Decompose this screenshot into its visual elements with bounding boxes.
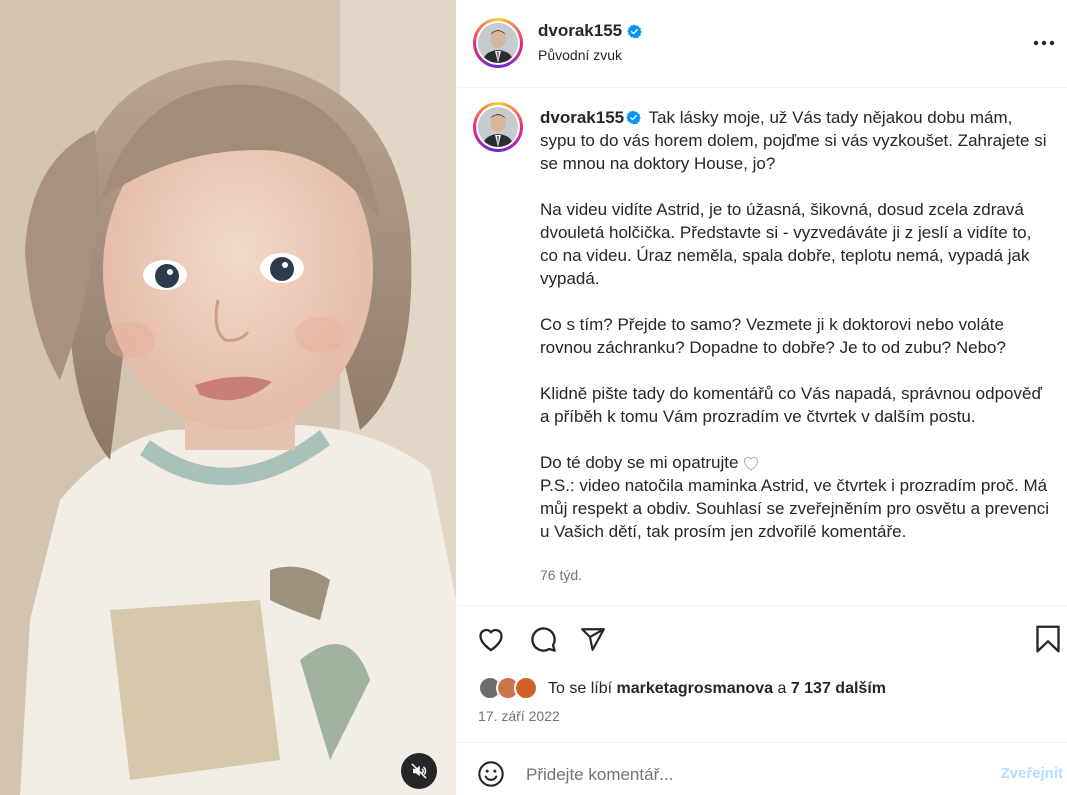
mute-toggle-button[interactable] [401,753,437,789]
caption-paragraph: Do té doby se mi opatrujte [540,453,739,472]
liker-username-link[interactable]: marketagrosmanova [616,680,773,698]
caption-paragraph: Klidně pište tady do komentářů co Vás na… [540,384,1042,426]
action-bar [456,606,1067,666]
post-comment-button[interactable]: Zveřejnit [1000,765,1063,782]
verified-badge-icon [627,24,642,38]
bookmark-icon [1036,625,1060,653]
post-detail-panel: dvorak155 Původní zvuk dvorak155 Tak lás… [456,0,1067,795]
caption-paragraph: Na videu vidíte Astrid, je to úžasná, ši… [540,200,1032,288]
muted-speaker-icon [411,763,427,779]
post-video[interactable] [0,0,456,795]
avatar[interactable] [473,18,523,68]
profile-photo [478,23,518,63]
audio-label[interactable]: Původní zvuk [538,47,622,63]
caption-paragraph: Co s tím? Přejde to samo? Vezmete ji k d… [540,315,1006,357]
likes-connector: a [777,680,787,697]
like-button[interactable] [476,624,506,654]
liker-avatars[interactable] [478,676,542,702]
share-icon [581,628,605,651]
white-heart-icon [744,456,759,471]
comment-button[interactable] [528,624,558,654]
save-button[interactable] [1033,624,1063,654]
post-header: dvorak155 Původní zvuk [456,0,1067,88]
heart-icon [479,628,503,652]
username-link[interactable]: dvorak155 [538,21,622,41]
comment-icon [531,627,556,652]
likes-count-link[interactable]: 7 137 dalším [791,680,886,698]
share-button[interactable] [578,624,608,654]
caption-paragraph: P.S.: video natočila maminka Astrid, ve … [540,476,1050,541]
caption-avatar[interactable] [473,102,523,152]
profile-photo [478,107,518,147]
post-caption: dvorak155 Tak lásky moje, už Vás tady ně… [456,88,1067,606]
add-comment-bar: Zveřejnit [456,742,1067,795]
likes-summary: To se líbí marketagrosmanova a 7 137 dal… [478,676,886,702]
caption-timestamp[interactable]: 76 týd. [540,567,582,583]
video-frame [0,0,456,795]
emoji-button[interactable] [476,759,506,789]
post-date[interactable]: 17. září 2022 [478,708,560,724]
emoji-icon [478,761,504,787]
comment-input[interactable] [526,761,976,789]
more-options-icon [1033,40,1055,46]
caption-username-link[interactable]: dvorak155 [540,108,624,127]
verified-badge-icon [626,110,641,125]
likes-prefix: To se líbí [548,680,613,697]
more-options-button[interactable] [1031,30,1057,56]
avatar [514,676,538,700]
caption-text: dvorak155 Tak lásky moje, už Vás tady ně… [540,106,1052,543]
